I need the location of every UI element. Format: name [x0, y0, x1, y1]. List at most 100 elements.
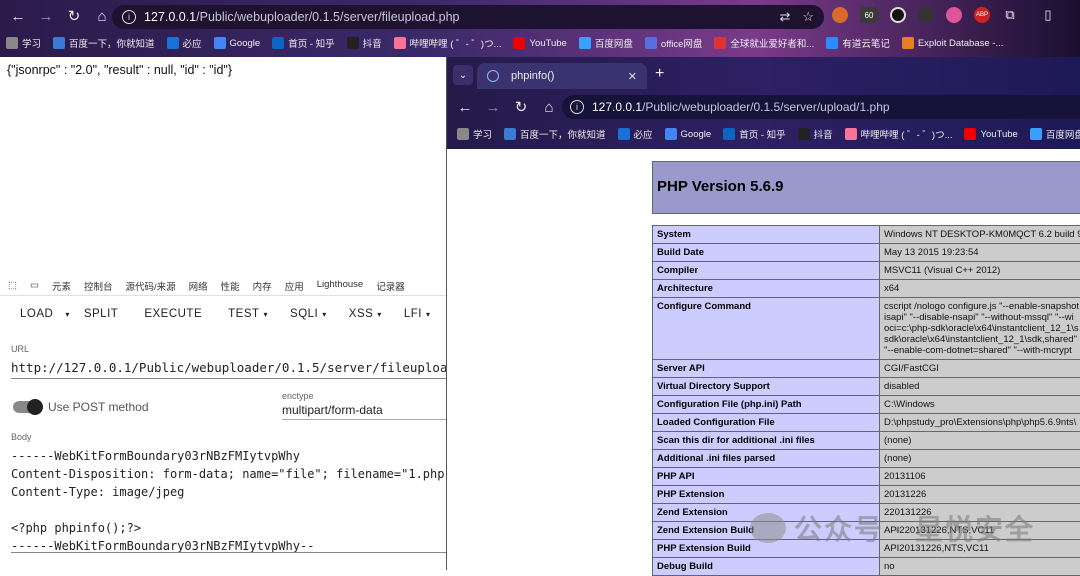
extension-badge[interactable]: 60	[860, 7, 878, 23]
adblock-icon[interactable]: ABP	[974, 7, 990, 23]
xss-menu[interactable]: XSS▾	[349, 308, 382, 320]
site-info-icon[interactable]: i	[570, 100, 584, 114]
caret-icon: ▾	[264, 310, 269, 319]
devtools-tab[interactable]: 元素	[52, 279, 71, 293]
bookmark-item[interactable]: 抖音	[798, 127, 833, 141]
enctype-select[interactable]: multipart/form-data	[282, 403, 447, 420]
devtools-tab[interactable]: 内存	[253, 279, 272, 293]
bookmark-label: office网盘	[661, 36, 703, 50]
url-input[interactable]: http://127.0.0.1/Public/webuploader/0.1.…	[11, 360, 447, 379]
bookmark-item[interactable]: 学习	[457, 127, 492, 141]
home-icon[interactable]: ⌂	[537, 95, 561, 119]
row-key: Configure Command	[653, 298, 880, 360]
extension-icon[interactable]	[918, 7, 934, 23]
watermark-text: 公众号 · 星悦安全	[794, 508, 1035, 548]
extension-icon[interactable]	[946, 7, 962, 23]
bookmark-icon	[723, 128, 735, 140]
split-button[interactable]: SPLIT	[84, 308, 118, 320]
bookmark-item[interactable]: Exploit Database -...	[902, 37, 1004, 49]
devtools-tab[interactable]: 性能	[221, 279, 240, 293]
bookmark-item[interactable]: 百度网盘	[1030, 127, 1080, 141]
url-path: /Public/webuploader/0.1.5/server/fileupl…	[196, 10, 459, 24]
json-response: {"jsonrpc" : "2.0", "result" : null, "id…	[7, 63, 232, 77]
bookmark-item[interactable]: 首页 - 知乎	[272, 36, 334, 50]
bookmark-item[interactable]: 首页 - 知乎	[723, 127, 785, 141]
devtools-tab[interactable]: 网络	[189, 279, 208, 293]
bookmark-star-icon[interactable]: ☆	[802, 9, 814, 25]
bookmark-icon	[902, 37, 914, 49]
devtools-tab[interactable]: 控制台	[84, 279, 113, 293]
devtools-tab[interactable]: 记录器	[376, 279, 405, 293]
address-bar[interactable]: i 127.0.0.1/Public/webuploader/0.1.5/ser…	[112, 5, 824, 29]
devtools-tab[interactable]: 应用	[285, 279, 304, 293]
bookmark-icon	[798, 128, 810, 140]
table-row: Debug Buildno	[653, 558, 1080, 576]
bookmark-label: 百度一下，你就知道	[520, 127, 606, 141]
execute-button[interactable]: EXECUTE	[144, 308, 202, 320]
bookmark-item[interactable]: 全球就业爱好者和...	[714, 36, 814, 50]
new-tab-icon[interactable]: +	[655, 65, 664, 83]
row-value: no	[880, 558, 1080, 576]
bookmark-item[interactable]: office网盘	[645, 36, 703, 50]
devtools-tab[interactable]: 源代码/来源	[126, 279, 176, 293]
bookmark-item[interactable]: 必应	[167, 36, 202, 50]
lfi-label: LFI	[404, 308, 422, 320]
bookmark-label: 必应	[634, 127, 653, 141]
bookmark-item[interactable]: Google	[214, 37, 261, 49]
row-key: PHP Extension	[653, 486, 880, 504]
row-value: cscript /nologo configure.js "--enable-s…	[880, 298, 1080, 360]
device-icon[interactable]: ▭	[30, 280, 39, 291]
lfi-menu[interactable]: LFI▾	[404, 308, 431, 320]
toggle-knob	[27, 399, 43, 415]
bookmark-item[interactable]: 哔哩哔哩 ( ゜- ゜)つ...	[394, 36, 502, 50]
back-icon[interactable]: ←	[6, 4, 30, 28]
row-value: MSVC11 (Visual C++ 2012)	[880, 262, 1080, 280]
bookmark-item[interactable]: 有道云笔记	[826, 36, 890, 50]
bookmark-item[interactable]: Google	[665, 128, 712, 140]
row-value: Windows NT DESKTOP-KM0MQCT 6.2 build 92	[880, 226, 1080, 244]
forward-icon[interactable]: →	[481, 95, 505, 119]
post-toggle[interactable]	[13, 401, 41, 413]
inspect-icon[interactable]: ⬚	[8, 280, 17, 291]
address-bar[interactable]: i 127.0.0.1/Public/webuploader/0.1.5/ser…	[562, 95, 1080, 119]
bookmark-icon	[214, 37, 226, 49]
tab-search-icon[interactable]: ⌄	[453, 65, 473, 85]
url-label: URL	[11, 344, 29, 354]
extension-icon[interactable]	[890, 7, 906, 23]
load-dropdown-icon[interactable]: ▾	[65, 310, 70, 319]
bookmark-item[interactable]: 必应	[618, 127, 653, 141]
bookmark-icon	[513, 37, 525, 49]
reload-icon[interactable]: ↻	[509, 95, 533, 119]
translate-icon[interactable]: ⇄	[779, 9, 790, 25]
url-host: 127.0.0.1	[144, 10, 196, 24]
tab-title: phpinfo()	[511, 70, 554, 82]
forward-icon[interactable]: →	[34, 4, 58, 28]
home-icon[interactable]: ⌂	[90, 4, 114, 28]
bookmark-item[interactable]: 百度一下，你就知道	[504, 127, 606, 141]
bookmark-item[interactable]: 百度一下，你就知道	[53, 36, 155, 50]
extension-icon[interactable]	[832, 7, 848, 23]
puzzle-icon[interactable]: ⧉	[1002, 7, 1018, 23]
tab-phpinfo[interactable]: phpinfo() ✕	[477, 63, 647, 89]
sqli-menu[interactable]: SQLI▾	[290, 308, 327, 320]
load-button[interactable]: LOAD	[20, 308, 53, 320]
back-icon[interactable]: ←	[453, 95, 477, 119]
sidebar-icon[interactable]: ▯	[1040, 7, 1056, 23]
bookmark-label: 百度一下，你就知道	[69, 36, 155, 50]
site-info-icon[interactable]: i	[122, 10, 136, 24]
test-menu[interactable]: TEST▾	[228, 308, 268, 320]
bookmark-item[interactable]: 哔哩哔哩 ( ゜- ゜)つ...	[845, 127, 953, 141]
bookmark-item[interactable]: 百度网盘	[579, 36, 633, 50]
close-icon[interactable]: ✕	[628, 70, 637, 83]
row-key: Debug Build	[653, 558, 880, 576]
bookmark-item[interactable]: 抖音	[347, 36, 382, 50]
body-textarea[interactable]: ------WebKitFormBoundary03rNBzFMIytvpWhy…	[11, 447, 447, 555]
reload-icon[interactable]: ↻	[62, 4, 86, 28]
row-value: 20131226	[880, 486, 1080, 504]
bookmark-item[interactable]: YouTube	[964, 128, 1017, 140]
devtools-tab[interactable]: Lighthouse	[317, 279, 363, 293]
bookmark-icon	[457, 128, 469, 140]
bookmark-item[interactable]: 学习	[6, 36, 41, 50]
bookmark-item[interactable]: YouTube	[513, 37, 566, 49]
table-row: Additional .ini files parsed(none)	[653, 450, 1080, 468]
